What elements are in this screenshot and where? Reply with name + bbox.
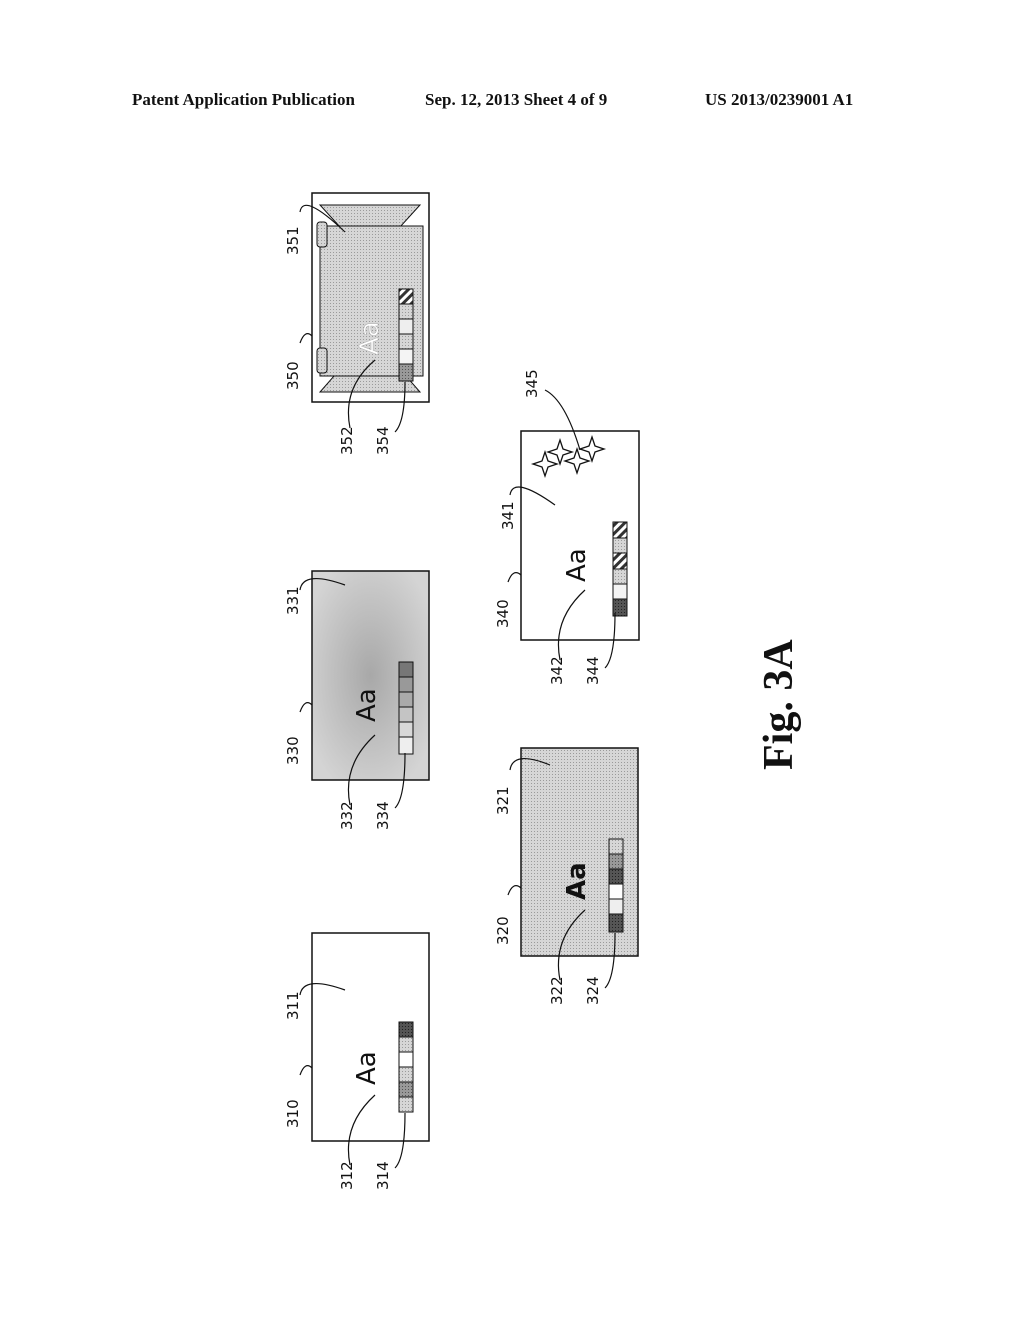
- ref-352: 352: [338, 426, 356, 455]
- ref-320: 320: [494, 916, 512, 945]
- sample-text-332: Aa: [352, 688, 382, 722]
- ref-322: 322: [548, 976, 566, 1005]
- panel-320: Aa: [520, 747, 639, 957]
- ref-351: 351: [284, 226, 302, 255]
- ref-312: 312: [338, 1161, 356, 1190]
- palette-324: [608, 838, 624, 933]
- ref-332: 332: [338, 801, 356, 830]
- ref-344: 344: [584, 656, 602, 685]
- figure-label: Fig. 3A: [756, 639, 802, 770]
- sample-text-322: Aa: [562, 862, 592, 900]
- ref-340: 340: [494, 599, 512, 628]
- ref-341: 341: [499, 501, 517, 530]
- panel-310: Aa: [311, 932, 430, 1142]
- ref-330: 330: [284, 736, 302, 765]
- ref-354: 354: [374, 426, 392, 455]
- palette-314: [398, 1021, 414, 1113]
- ref-314: 314: [374, 1161, 392, 1190]
- palette-354: [398, 288, 414, 382]
- sample-text-352: Aa: [355, 321, 385, 355]
- panel-340: Aa: [520, 430, 640, 641]
- ref-324: 324: [584, 976, 602, 1005]
- panel-350: Aa: [311, 192, 430, 403]
- ref-334: 334: [374, 801, 392, 830]
- ref-350: 350: [284, 361, 302, 390]
- panel-330: Aa: [311, 570, 430, 781]
- ref-321: 321: [494, 786, 512, 815]
- sample-text-312: Aa: [352, 1051, 382, 1085]
- palette-344: [612, 521, 628, 617]
- ref-342: 342: [548, 656, 566, 685]
- figure-3a-diagram: Aa Aa Aa Aa Aa 310 311 312 314 320 321 3…: [284, 192, 802, 1190]
- palette-334: [398, 661, 414, 755]
- sample-text-342: Aa: [562, 548, 592, 582]
- ref-311: 311: [284, 991, 302, 1020]
- ref-345: 345: [523, 369, 541, 398]
- ref-331: 331: [284, 586, 302, 615]
- ref-310: 310: [284, 1099, 302, 1128]
